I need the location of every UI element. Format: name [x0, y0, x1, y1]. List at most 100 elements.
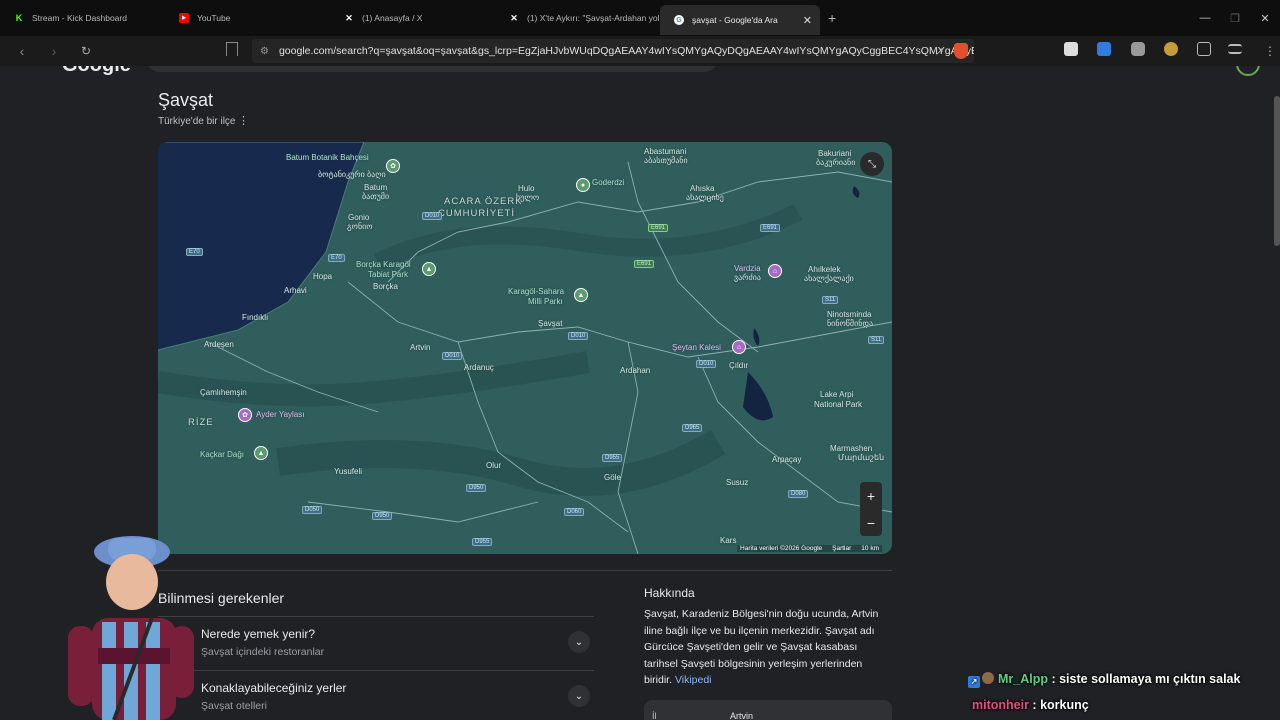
park-pin-icon[interactable]: ▲ — [422, 262, 436, 276]
map-label[interactable]: CUMHURİYETİ — [438, 208, 515, 219]
terms-link[interactable]: Şartlar — [832, 545, 851, 552]
more-icon[interactable]: ⋯ — [1212, 66, 1224, 72]
map-label[interactable]: Ardanuç — [464, 363, 494, 373]
map[interactable]: Batum Botanik Bahçesi ბოტანიკური ბაღი Abas… — [158, 142, 892, 554]
more-options-icon[interactable]: ⋮ — [238, 114, 249, 127]
wikipedia-link[interactable]: Vikipedi — [675, 674, 712, 686]
park-pin-icon[interactable]: ▲ — [574, 288, 588, 302]
scrollbar[interactable] — [1274, 96, 1280, 246]
map-label[interactable]: Olur — [486, 461, 501, 471]
puzzle-icon[interactable] — [1197, 42, 1211, 56]
map-label[interactable]: Yusufeli — [334, 467, 362, 477]
map-label[interactable]: Kaçkar Dağı — [200, 450, 244, 460]
landmark-pin-icon[interactable]: ⌂ — [768, 264, 782, 278]
search-box[interactable] — [146, 66, 718, 72]
close-window-icon[interactable]: ✕ — [1250, 12, 1280, 25]
map-label[interactable]: Ayder Yaylası — [256, 410, 304, 420]
map-label[interactable]: Susuz — [726, 478, 748, 488]
map-label[interactable]: ახალქალაქი — [804, 274, 854, 284]
camera-icon[interactable] — [1131, 42, 1145, 56]
road-label: E70 — [328, 254, 345, 262]
reload-icon[interactable]: ↻ — [70, 44, 102, 58]
accordion-title: Konaklayabileceğiniz yerler — [201, 681, 347, 695]
map-label[interactable]: Ardahan — [620, 366, 650, 376]
park-pin-icon[interactable]: ▲ — [254, 446, 268, 460]
map-label[interactable]: გონიო — [347, 222, 373, 232]
map-label[interactable]: Milli Parkı — [528, 297, 563, 307]
landmark-pin-icon[interactable]: ✿ — [238, 408, 252, 422]
profile-extension-icon[interactable] — [1164, 42, 1178, 56]
map-label[interactable]: Tabiat Park — [368, 270, 408, 280]
share-icon[interactable]: ↗ — [935, 45, 944, 58]
new-tab-button[interactable]: + — [828, 10, 836, 26]
forward-icon[interactable]: › — [38, 43, 70, 59]
close-tab-icon[interactable]: ✕ — [803, 14, 812, 27]
google-logo[interactable]: Google — [62, 66, 131, 77]
tab-google-search[interactable]: G şavşat - Google'da Ara ✕ — [660, 5, 820, 35]
zoom-out-icon[interactable]: − — [867, 515, 875, 531]
tab-x-home[interactable]: ✕ (1) Anasayfa / X — [330, 0, 495, 36]
tab-kick[interactable]: K Stream - Kick Dashboard — [0, 0, 165, 36]
map-label[interactable]: Şeytan Kalesi — [672, 343, 721, 353]
map-label[interactable]: ბოტანიკური ბაღი — [318, 170, 386, 180]
tab-x-search[interactable]: ✕ (1) X'te Aykırı: "Şavşat-Ardahan yolun — [495, 0, 660, 36]
map-label[interactable]: RİZE — [188, 417, 214, 428]
map-label[interactable]: Çamlıhemşin — [200, 388, 247, 398]
map-label[interactable]: Şavşat — [538, 319, 562, 329]
map-label[interactable]: ACARA ÖZERK — [444, 196, 523, 207]
map-label[interactable]: Ardeşen — [204, 340, 234, 350]
park-pin-icon[interactable]: ✿ — [386, 159, 400, 173]
map-label[interactable]: Goderdzi — [592, 178, 624, 188]
map-label[interactable]: Batum Botanik Bahçesi — [286, 153, 369, 163]
map-label[interactable]: Arhavi — [284, 286, 307, 296]
map-label[interactable]: Artvin — [410, 343, 430, 353]
map-label[interactable]: ბათუმი — [362, 192, 389, 202]
info-card[interactable]: İl Artvin — [644, 700, 892, 720]
map-label[interactable]: Karagöl-Sahara — [508, 287, 564, 297]
road-label: E691 — [760, 224, 781, 232]
address-bar[interactable]: ⚙ google.com/search?q=şavşat&oq=şavşat&g… — [252, 39, 974, 63]
map-label[interactable]: ნინოწმინდა — [827, 319, 873, 329]
map-label[interactable]: Մարմաշեն — [838, 453, 884, 463]
park-pin-icon[interactable]: ● — [576, 178, 590, 192]
extension-icon[interactable] — [1064, 42, 1078, 56]
x-icon: ✕ — [345, 12, 353, 23]
brave-shields-icon[interactable] — [954, 43, 968, 59]
restore-icon[interactable]: ❐ — [1220, 12, 1250, 25]
menu-icon[interactable]: ⋮ — [1254, 44, 1280, 58]
chevron-down-icon[interactable]: ⌄ — [568, 685, 590, 707]
youtube-icon: ▶ — [179, 13, 189, 23]
minimize-icon[interactable]: — — [1190, 12, 1220, 24]
playlist-icon[interactable] — [1228, 44, 1242, 54]
tab-youtube[interactable]: ▶ YouTube — [165, 0, 330, 36]
back-icon[interactable]: ‹ — [6, 43, 38, 59]
avatar[interactable] — [1236, 66, 1260, 76]
window-controls: — ❐ ✕ — [1190, 0, 1280, 36]
chat-username: Mr_Alpp — [998, 672, 1048, 686]
map-label[interactable]: Arpaçay — [772, 455, 801, 465]
bookmark-icon[interactable] — [226, 42, 238, 56]
chevron-down-icon[interactable]: ⌄ — [568, 631, 590, 653]
map-label[interactable]: აბასთუმანი — [644, 156, 688, 166]
map-label[interactable]: Kars — [720, 536, 736, 546]
download-icon[interactable] — [1097, 42, 1111, 56]
map-label[interactable]: National Park — [814, 400, 862, 410]
collapse-map-icon[interactable]: ⤡ — [860, 152, 884, 176]
map-label[interactable]: Fındıklı — [242, 313, 268, 323]
zoom-in-icon[interactable]: + — [867, 488, 875, 504]
map-label[interactable]: ახალციხე — [686, 193, 724, 203]
map-label[interactable]: Lake Arpi — [820, 390, 853, 400]
accordion-hotels[interactable]: Konaklayabileceğiniz yerler Şavşat otell… — [158, 670, 594, 720]
map-label[interactable]: Borçka — [373, 282, 398, 292]
map-label[interactable]: Göle — [604, 473, 621, 483]
map-label[interactable]: ბაკურიანი — [816, 158, 855, 168]
landmark-pin-icon[interactable]: ⌂ — [732, 340, 746, 354]
map-label[interactable]: Hopa — [313, 272, 332, 282]
tab-title: YouTube — [197, 13, 231, 23]
map-label[interactable]: Çıldır — [729, 361, 748, 371]
map-label[interactable]: Borçka Karagöl — [356, 260, 411, 270]
accordion-food[interactable]: Nerede yemek yenir? Şavşat içindeki rest… — [158, 616, 594, 670]
accordion-subtitle: Şavşat otelleri — [201, 700, 267, 712]
site-info-icon[interactable]: ⚙ — [260, 46, 269, 57]
map-label[interactable]: ვარძია — [734, 273, 761, 283]
